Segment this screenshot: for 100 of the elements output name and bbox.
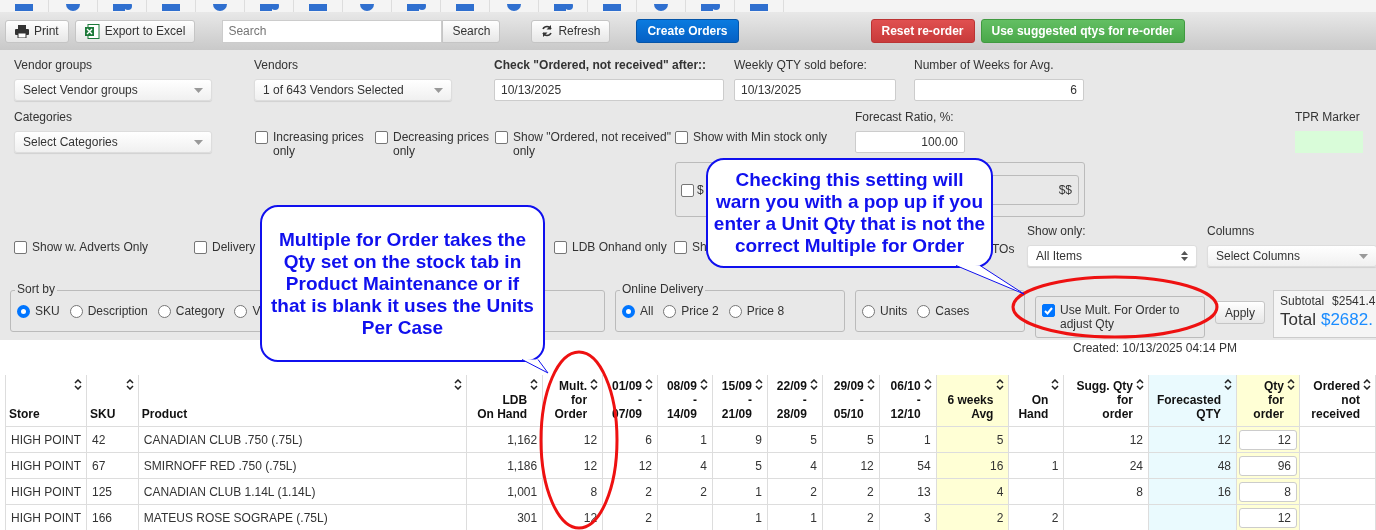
qty-input[interactable]: 96 <box>1239 455 1297 476</box>
column-header[interactable]: Product <box>138 375 467 427</box>
checkbox-label: Show "Ordered, not received" only <box>513 130 672 158</box>
table-cell: 8 <box>1063 478 1149 505</box>
table-cell: 24 <box>1063 452 1149 479</box>
table-cell: 67 <box>86 452 139 479</box>
checkbox-label: Show with Min stock only <box>693 130 828 144</box>
field-label: Show only: <box>1027 224 1087 238</box>
qty-input[interactable]: 12 <box>1239 429 1297 450</box>
export-excel-button[interactable]: Export to Excel <box>74 19 196 43</box>
column-header[interactable]: 08/09 - 14/09 <box>657 375 713 427</box>
column-header[interactable]: Qty for order <box>1236 375 1300 427</box>
table-cell: 125 <box>86 478 139 505</box>
radio-label: Units <box>880 304 908 318</box>
table-cell: HIGH POINT <box>5 478 87 505</box>
categories-dropdown[interactable]: Select Categories <box>14 131 212 153</box>
checkbox-label: TOs <box>992 242 1015 256</box>
checkbox-label: Delivery <box>212 240 256 254</box>
total-label: Total <box>1280 310 1316 330</box>
print-button[interactable]: Print <box>5 19 69 43</box>
radio-label: SKU <box>35 304 60 318</box>
group-legend: Online Delivery <box>620 282 706 296</box>
apply-button[interactable]: Apply <box>1215 301 1266 324</box>
column-header[interactable]: Store <box>5 375 87 427</box>
table-cell: 4 <box>657 452 713 479</box>
table-cell: 4 <box>767 452 823 479</box>
table-cell: 16 <box>1148 478 1237 505</box>
table-cell: 8 <box>542 478 603 505</box>
table-cell: 12 <box>542 426 603 453</box>
columns-dropdown[interactable]: Select Columns <box>1207 245 1376 267</box>
radio-label: Price 2 <box>681 304 719 318</box>
callout: Multiple for Order takes the Qty set on the stock tab in Product Maintenance or if that is blank it uses the Units Per Case <box>260 205 545 362</box>
column-header[interactable]: 15/09 - 21/09 <box>712 375 768 427</box>
table-cell: HIGH POINT <box>5 504 87 530</box>
table-cell: 2 <box>767 478 823 505</box>
checkbox-label: Increasing prices only <box>273 130 365 158</box>
column-header[interactable]: 22/09 - 28/09 <box>767 375 823 427</box>
table-cell: 1 <box>879 426 937 453</box>
column-header[interactable]: 6 weeks Avg <box>936 375 1009 427</box>
table-cell: 12 <box>1063 426 1149 453</box>
table-cell: 12 <box>822 452 880 479</box>
radio-label: V <box>252 304 261 318</box>
search-button[interactable]: Search <box>442 19 501 43</box>
field-label: Check "Ordered, not received" after:: <box>494 58 708 72</box>
table-cell: 12 <box>602 452 658 479</box>
checkbox-label: Show w. Adverts Only <box>32 240 149 254</box>
table-cell: 42 <box>86 426 139 453</box>
reset-reorder-button[interactable]: Reset re-order <box>870 19 975 43</box>
checkbox-label: Decreasing prices only <box>393 130 491 158</box>
column-header[interactable]: SKU <box>86 375 139 427</box>
table-cell: 54 <box>879 452 937 479</box>
search-field[interactable]: Search <box>222 19 443 43</box>
group-legend: Sort by <box>15 282 57 296</box>
field-label: Columns <box>1207 224 1256 238</box>
date-field[interactable]: 10/13/2025 <box>734 79 896 101</box>
column-header[interactable]: Forecasted QTY <box>1148 375 1237 427</box>
field-label: Vendor groups <box>14 58 94 72</box>
radio-label: Description <box>87 304 148 318</box>
field-label: Forecast Ratio, %: <box>855 110 955 124</box>
table-cell: HIGH POINT <box>5 426 87 453</box>
field-label: TPR Marker <box>1295 110 1361 124</box>
radio-label: Category <box>175 304 225 318</box>
table-cell: 9 <box>712 426 768 453</box>
table-cell: 48 <box>1148 452 1237 479</box>
checkbox-label: $ <box>697 182 704 197</box>
table-cell: 12 <box>1148 426 1237 453</box>
refresh-button[interactable]: Refresh <box>531 19 611 43</box>
column-header[interactable]: 06/10 - 12/10 <box>879 375 937 427</box>
date-field[interactable]: 10/13/2025 <box>494 79 724 101</box>
column-header[interactable]: Mult. for Order <box>542 375 603 427</box>
field-label: Weekly QTY sold before: <box>734 58 868 72</box>
radio-label: Price 8 <box>746 304 785 318</box>
weeks-field[interactable]: 6 <box>914 79 1084 101</box>
table-cell: SMIRNOFF RED .750 (.75L) <box>138 452 467 479</box>
column-header[interactable]: On Hand <box>1008 375 1064 427</box>
table-cell: 2 <box>657 478 713 505</box>
table-cell: 1 <box>712 478 768 505</box>
show-only-dropdown[interactable]: All Items <box>1027 245 1197 267</box>
checkbox-label: LDB Onhand only <box>572 240 667 254</box>
qty-input[interactable]: 12 <box>1239 507 1297 528</box>
table-cell: 5 <box>822 426 880 453</box>
field-label: Vendors <box>254 58 300 72</box>
vendor-groups-dropdown[interactable]: Select Vendor groups <box>14 79 212 101</box>
table-cell: 5 <box>936 426 1009 453</box>
radio-label: Cases <box>935 304 970 318</box>
column-header[interactable]: Ordered not received <box>1299 375 1376 427</box>
field-label: Categories <box>14 110 74 124</box>
create-orders-button[interactable]: Create Orders <box>636 19 739 43</box>
column-header[interactable]: 29/09 - 05/10 <box>822 375 880 427</box>
column-header[interactable]: LDB On Hand <box>466 375 543 427</box>
column-header[interactable]: Sugg. Qty for order <box>1063 375 1149 427</box>
checkbox-label: Use Mult. For Order to adjust Qty <box>1060 303 1181 331</box>
checkbox-label: Sh <box>692 240 707 254</box>
radio-label: All <box>640 304 654 318</box>
qty-input[interactable]: 8 <box>1239 481 1297 502</box>
vendors-dropdown[interactable]: 1 of 643 Vendors Selected <box>254 79 452 101</box>
subtotal-label: Subtotal <box>1280 294 1325 308</box>
table-cell: CANADIAN CLUB 1.14L (1.14L) <box>138 478 467 505</box>
forecast-ratio-field[interactable]: 100.00 <box>855 131 965 153</box>
total-value: $2682. <box>1320 310 1373 330</box>
